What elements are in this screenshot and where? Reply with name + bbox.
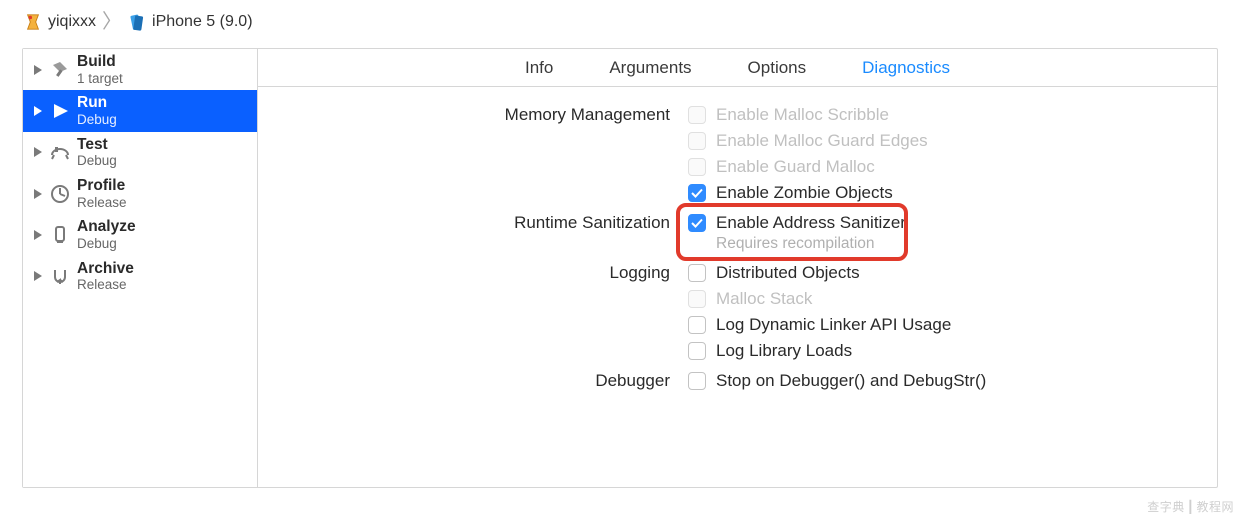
checkbox[interactable] (688, 214, 706, 232)
content-area: Info Arguments Options Diagnostics Memor… (258, 49, 1217, 487)
section-memory-management: Memory Management Enable Malloc Scribble… (298, 105, 1177, 203)
analyze-icon (49, 224, 71, 246)
sidebar-item-subtitle: 1 target (77, 71, 123, 87)
device-icon (128, 13, 146, 31)
option-dynamic-linker-api[interactable]: Log Dynamic Linker API Usage (688, 315, 951, 335)
sidebar-item-subtitle: Debug (77, 153, 117, 169)
option-zombie-objects[interactable]: Enable Zombie Objects (688, 183, 928, 203)
section-label: Debugger (298, 371, 688, 391)
option-guard-malloc[interactable]: Enable Guard Malloc (688, 157, 928, 177)
sidebar-item-run[interactable]: Run Debug (23, 90, 257, 131)
checkbox[interactable] (688, 290, 706, 308)
scheme-sidebar: Build 1 target Run Debug Test Debug (23, 49, 258, 487)
option-stop-on-debugger[interactable]: Stop on Debugger() and DebugStr() (688, 371, 986, 391)
sidebar-item-title: Run (77, 94, 117, 112)
tab-bar: Info Arguments Options Diagnostics (258, 49, 1217, 87)
sidebar-item-archive[interactable]: Archive Release (23, 256, 257, 297)
option-label: Log Library Loads (716, 341, 852, 361)
option-address-sanitizer[interactable]: Enable Address Sanitizer (688, 213, 906, 233)
sidebar-item-subtitle: Release (77, 195, 127, 211)
scheme-name[interactable]: yiqixxx (48, 13, 96, 31)
option-label: Malloc Stack (716, 289, 812, 309)
option-malloc-stack[interactable]: Malloc Stack (688, 289, 951, 309)
disclosure-triangle-icon[interactable] (33, 106, 43, 116)
sidebar-item-build[interactable]: Build 1 target (23, 49, 257, 90)
disclosure-triangle-icon[interactable] (33, 271, 43, 281)
option-label: Enable Address Sanitizer (716, 213, 906, 233)
build-icon (49, 59, 71, 81)
scheme-panel: Build 1 target Run Debug Test Debug (22, 48, 1218, 488)
sidebar-item-title: Archive (77, 260, 134, 278)
option-label: Enable Malloc Guard Edges (716, 131, 928, 151)
checkbox[interactable] (688, 316, 706, 334)
watermark: 查字典┃教程网 (1147, 498, 1234, 515)
tab-options[interactable]: Options (748, 58, 807, 78)
sidebar-item-subtitle: Release (77, 277, 134, 293)
run-icon (49, 100, 71, 122)
option-malloc-guard-edges[interactable]: Enable Malloc Guard Edges (688, 131, 928, 151)
scheme-icon (24, 13, 42, 31)
checkbox[interactable] (688, 158, 706, 176)
diagnostics-settings: Memory Management Enable Malloc Scribble… (258, 87, 1217, 487)
checkbox[interactable] (688, 106, 706, 124)
option-label: Stop on Debugger() and DebugStr() (716, 371, 986, 391)
sidebar-item-test[interactable]: Test Debug (23, 132, 257, 173)
sidebar-item-analyze[interactable]: Analyze Debug (23, 214, 257, 255)
option-malloc-scribble[interactable]: Enable Malloc Scribble (688, 105, 928, 125)
tab-diagnostics[interactable]: Diagnostics (862, 58, 950, 78)
option-label: Enable Zombie Objects (716, 183, 893, 203)
sidebar-item-title: Test (77, 136, 117, 154)
sidebar-item-title: Profile (77, 177, 127, 195)
checkbox[interactable] (688, 372, 706, 390)
sidebar-item-title: Analyze (77, 218, 136, 236)
section-label: Logging (298, 263, 688, 361)
checkbox[interactable] (688, 342, 706, 360)
disclosure-triangle-icon[interactable] (33, 189, 43, 199)
checkbox[interactable] (688, 184, 706, 202)
checkbox[interactable] (688, 132, 706, 150)
option-label: Log Dynamic Linker API Usage (716, 315, 951, 335)
test-icon (49, 141, 71, 163)
archive-icon (49, 265, 71, 287)
disclosure-triangle-icon[interactable] (33, 230, 43, 240)
sidebar-item-subtitle: Debug (77, 112, 117, 128)
option-label: Distributed Objects (716, 263, 860, 283)
sidebar-item-profile[interactable]: Profile Release (23, 173, 257, 214)
option-sublabel: Requires recompilation (716, 235, 906, 253)
chevron-right-icon: 〉 (102, 12, 122, 32)
disclosure-triangle-icon[interactable] (33, 147, 43, 157)
profile-icon (49, 183, 71, 205)
section-label: Runtime Sanitization (298, 213, 688, 253)
sidebar-item-subtitle: Debug (77, 236, 136, 252)
option-distributed-objects[interactable]: Distributed Objects (688, 263, 951, 283)
checkbox[interactable] (688, 264, 706, 282)
disclosure-triangle-icon[interactable] (33, 65, 43, 75)
option-label: Enable Malloc Scribble (716, 105, 889, 125)
option-library-loads[interactable]: Log Library Loads (688, 341, 951, 361)
breadcrumb: yiqixxx 〉 iPhone 5 (9.0) (0, 0, 1240, 48)
section-logging: Logging Distributed Objects Malloc Stack… (298, 263, 1177, 361)
section-debugger: Debugger Stop on Debugger() and DebugStr… (298, 371, 1177, 391)
sidebar-item-title: Build (77, 53, 123, 71)
section-runtime-sanitization: Runtime Sanitization Enable Address Sani… (298, 213, 1177, 253)
tab-info[interactable]: Info (525, 58, 553, 78)
device-name[interactable]: iPhone 5 (9.0) (152, 13, 253, 31)
section-label: Memory Management (298, 105, 688, 203)
tab-arguments[interactable]: Arguments (609, 58, 691, 78)
option-label: Enable Guard Malloc (716, 157, 875, 177)
